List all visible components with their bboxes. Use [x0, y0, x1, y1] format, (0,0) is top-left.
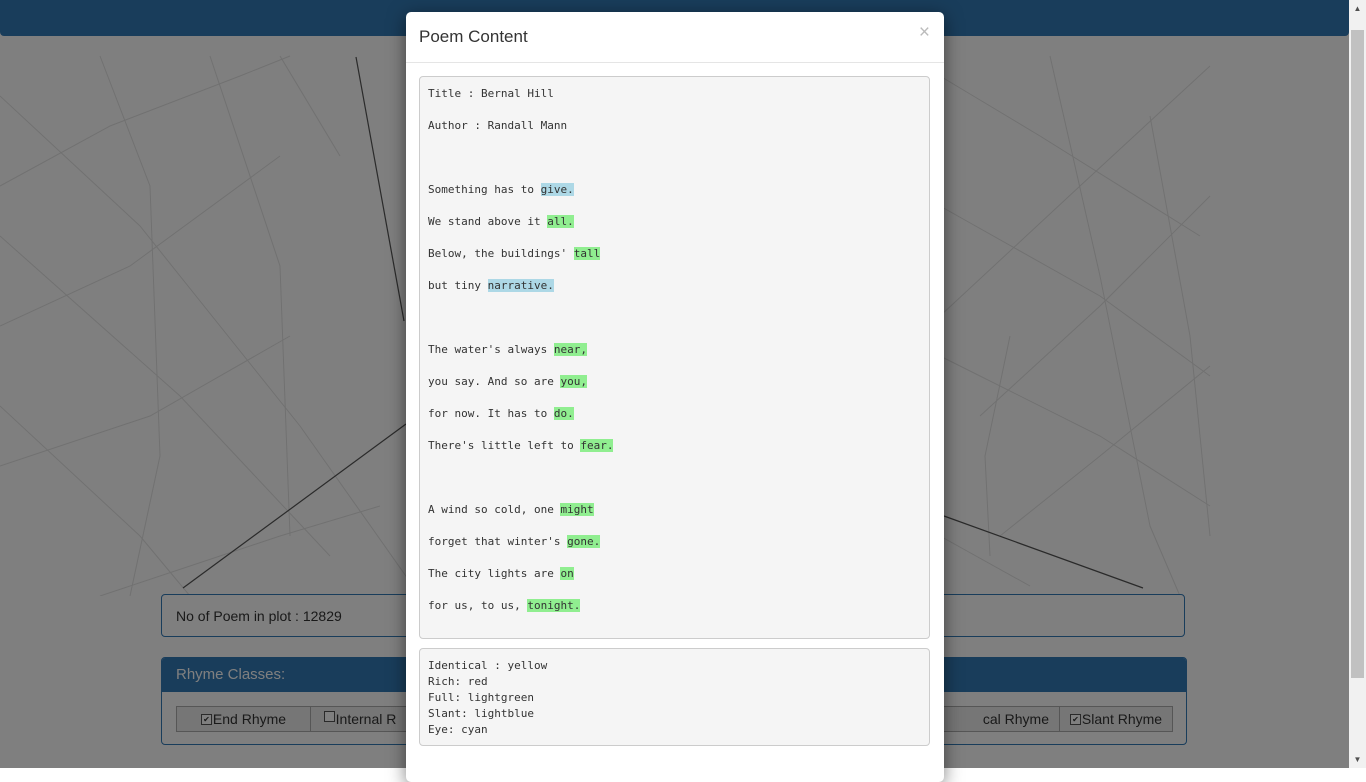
- full-rhyme-word: might: [560, 503, 594, 516]
- close-icon[interactable]: ×: [919, 23, 930, 42]
- poem-line-text: Something has to: [428, 183, 541, 196]
- full-rhyme-word: do.: [553, 407, 574, 420]
- poem-line: Below, the buildings' tall: [428, 246, 921, 278]
- full-rhyme-word: gone.: [567, 535, 601, 548]
- poem-line-text: forget that winter's: [428, 535, 568, 548]
- poem-line: [428, 310, 921, 342]
- legend-line: Eye: cyan: [428, 723, 488, 736]
- poem-line-text: A wind so cold, one: [428, 503, 561, 516]
- full-rhyme-word: fear.: [580, 439, 614, 452]
- full-rhyme-word: you,: [560, 375, 587, 388]
- legend-line: Full: lightgreen: [428, 691, 534, 704]
- legend-line: Slant: lightblue: [428, 707, 534, 720]
- poem-line-text: you say. And so are: [428, 375, 561, 388]
- poem-line: We stand above it all.: [428, 214, 921, 246]
- poem-line: Title : Bernal Hill: [428, 86, 921, 118]
- full-rhyme-word: tall: [573, 247, 601, 260]
- poem-line: The water's always near,: [428, 342, 921, 374]
- poem-line: forget that winter's gone.: [428, 534, 921, 566]
- poem-line-text: Below, the buildings': [428, 247, 574, 260]
- full-rhyme-word: on: [560, 567, 574, 580]
- poem-line: for now. It has to do.: [428, 406, 921, 438]
- full-rhyme-word: near,: [553, 343, 587, 356]
- poem-line-text: for us, to us,: [428, 599, 528, 612]
- poem-line-text: The city lights are: [428, 567, 561, 580]
- rhyme-color-legend: Identical : yellow Rich: red Full: lightgr…: [419, 648, 930, 746]
- poem-line: A wind so cold, one might: [428, 502, 921, 534]
- slant-rhyme-word: narrative.: [487, 279, 554, 292]
- poem-line-text: for now. It has to: [428, 407, 554, 420]
- poem-line: you say. And so are you,: [428, 374, 921, 406]
- scrollbar-thumb[interactable]: [1351, 30, 1364, 678]
- poem-line: for us, to us, tonight.: [428, 598, 921, 630]
- poem-line-text: Author : Randall Mann: [428, 119, 568, 132]
- full-rhyme-word: all.: [547, 215, 574, 228]
- scroll-up-arrow-icon[interactable]: ▲: [1349, 0, 1366, 17]
- legend-line: Rich: red: [428, 675, 488, 688]
- poem-line-text: There's little left to: [428, 439, 581, 452]
- poem-line: There's little left to fear.: [428, 438, 921, 470]
- poem-content-modal: Poem Content × Title : Bernal Hill Author…: [406, 12, 944, 782]
- poem-line: Something has to give.: [428, 182, 921, 214]
- poem-line: [428, 470, 921, 502]
- poem-line-text: The water's always: [428, 343, 554, 356]
- poem-line-text: Title : Bernal Hill: [428, 87, 554, 100]
- legend-line: Identical : yellow: [428, 659, 548, 672]
- poem-line: Author : Randall Mann: [428, 118, 921, 150]
- poem-line: [428, 150, 921, 182]
- page-scrollbar[interactable]: ▲ ▼: [1349, 0, 1366, 768]
- poem-line: The city lights are on: [428, 566, 921, 598]
- slant-rhyme-word: give.: [540, 183, 574, 196]
- poem-line: but tiny narrative.: [428, 278, 921, 310]
- modal-header: Poem Content ×: [406, 12, 944, 63]
- poem-line-text: but tiny: [428, 279, 488, 292]
- scroll-down-arrow-icon[interactable]: ▼: [1349, 751, 1366, 768]
- modal-title: Poem Content: [419, 27, 528, 46]
- poem-line-text: We stand above it: [428, 215, 548, 228]
- full-rhyme-word: tonight.: [527, 599, 581, 612]
- poem-text-box: Title : Bernal Hill Author : Randall Mann…: [419, 76, 930, 639]
